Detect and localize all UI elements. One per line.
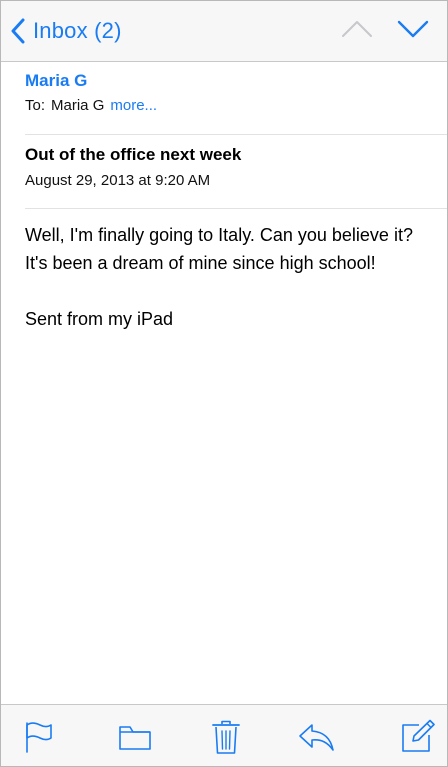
previous-message-button[interactable] [341, 19, 373, 44]
trash-icon [208, 719, 244, 755]
flag-icon [21, 719, 57, 755]
chevron-left-icon [11, 18, 25, 44]
header-divider [25, 134, 447, 135]
chevron-down-icon [397, 20, 429, 43]
compose-icon [399, 719, 435, 755]
sender-name[interactable]: Maria G [25, 71, 87, 91]
message-date: August 29, 2013 at 9:20 AM [25, 172, 211, 189]
flag-button[interactable] [21, 719, 57, 755]
body-line: It's been a dream of mine since high sch… [25, 253, 376, 273]
move-to-folder-button[interactable] [117, 719, 153, 755]
more-recipients-link[interactable]: more... [110, 97, 157, 114]
to-label: To: [25, 97, 46, 114]
subject-divider [25, 208, 447, 209]
recipients-line: To: Maria G more... [25, 97, 157, 114]
bottom-toolbar [1, 704, 447, 766]
mail-message-screen: Inbox (2) Maria G To: Maria G more... Out … [0, 0, 448, 767]
back-button-label: Inbox (2) [33, 18, 122, 43]
back-to-inbox-button[interactable]: Inbox (2) [11, 13, 122, 49]
message-subject: Out of the office next week [25, 145, 242, 164]
compose-button[interactable] [399, 719, 435, 755]
body-line: Well, I'm finally going to Italy. Can yo… [25, 225, 413, 245]
reply-icon [297, 719, 334, 755]
trash-button[interactable] [208, 719, 244, 755]
recipient-name[interactable]: Maria G [51, 97, 104, 114]
next-message-button[interactable] [397, 19, 429, 44]
folder-icon [117, 719, 153, 755]
message-body: Well, I'm finally going to Italy. Can yo… [25, 221, 425, 333]
signature: Sent from my iPad [25, 309, 174, 329]
chevron-up-icon [341, 21, 373, 43]
reply-button[interactable] [297, 719, 334, 755]
navigation-bar: Inbox (2) [1, 1, 447, 62]
